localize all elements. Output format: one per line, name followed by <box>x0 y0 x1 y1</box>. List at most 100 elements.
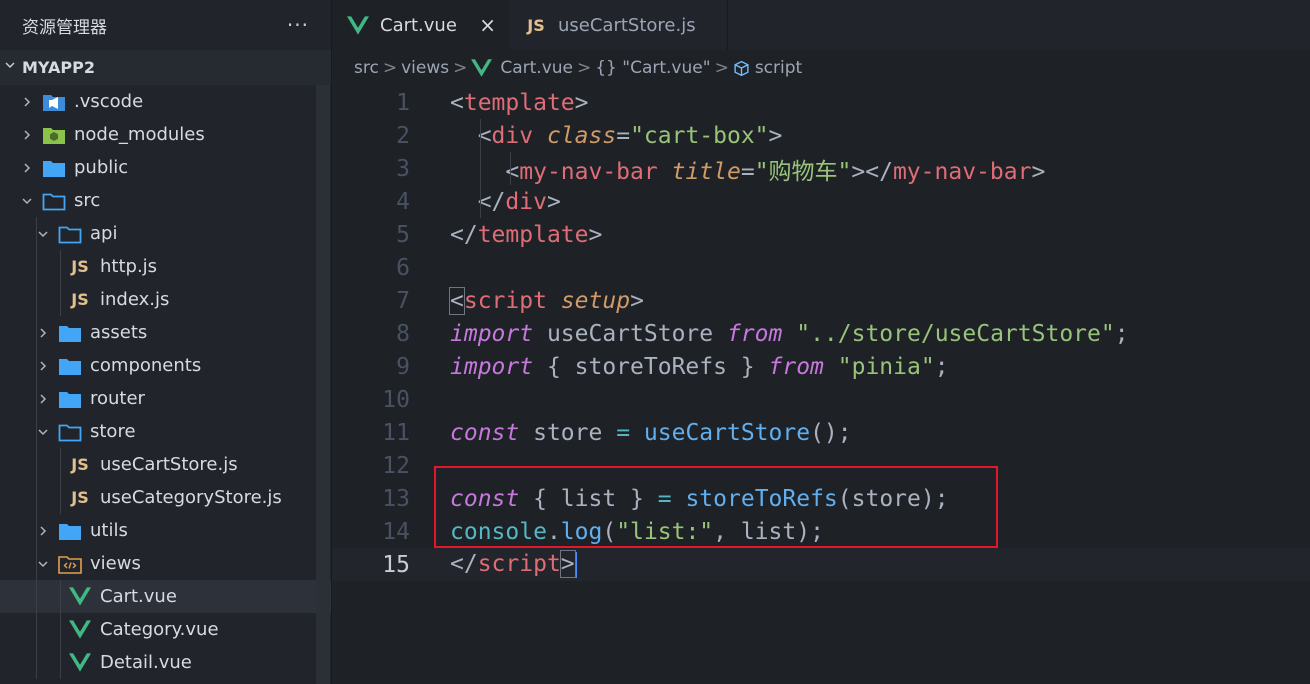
tree-item-usecartstore-js[interactable]: JS useCartStore.js <box>0 448 331 481</box>
indent-guide <box>60 448 61 481</box>
tree-item-label: node_modules <box>74 124 205 145</box>
code-line[interactable]: 8 import useCartStore from "../store/useC… <box>332 317 1310 350</box>
indent-guide <box>36 316 37 349</box>
tree-item-node-modules[interactable]: node_modules <box>0 118 331 151</box>
tree-item-cart-vue[interactable]: Cart.vue <box>0 580 331 613</box>
indent-guide <box>36 481 37 514</box>
code-token: > <box>768 122 783 149</box>
code-text: const store = useCartStore(); <box>450 420 852 446</box>
breadcrumb-src[interactable]: src <box>354 58 379 78</box>
code-token: class <box>546 122 617 149</box>
explorer-sidebar: 资源管理器 ··· MYAPP2 .vscode node_modules publ… <box>0 0 332 684</box>
line-number: 1 <box>396 89 410 116</box>
tree-item-category-vue[interactable]: Category.vue <box>0 613 331 646</box>
code-token: ></ <box>851 158 893 185</box>
code-text: </template> <box>450 222 602 248</box>
project-name: MYAPP2 <box>22 58 95 77</box>
folder-open-icon <box>58 223 82 245</box>
code-token: = <box>740 158 755 185</box>
tree-item-usecategorystore-js[interactable]: JS useCategoryStore.js <box>0 481 331 514</box>
line-number: 13 <box>382 485 410 512</box>
code-line[interactable]: 11 const store = useCartStore(); <box>332 416 1310 449</box>
tree-item-components[interactable]: components <box>0 349 331 382</box>
tree-item-api[interactable]: api <box>0 217 331 250</box>
chevron-right-icon <box>18 93 36 111</box>
code-line[interactable]: 3 <my-nav-bar title="购物车"></my-nav-bar> <box>332 152 1310 185</box>
file-tree: .vscode node_modulespublic src api JS http.js… <box>0 85 331 679</box>
tab-cart-vue[interactable]: Cart.vue × <box>332 0 510 50</box>
code-token: </ <box>450 188 506 215</box>
editor-tabs: Cart.vue × JS useCartStore.js <box>332 0 1310 50</box>
code-editor[interactable]: 1 <template> 2 <div class="cart-box"> 3 <my… <box>332 86 1310 684</box>
code-token: import <box>450 320 534 347</box>
indent-guide <box>36 514 37 547</box>
breadcrumb-script[interactable]: script <box>755 58 802 78</box>
tab-usecartstore-js[interactable]: JS useCartStore.js <box>510 0 728 50</box>
code-text: <template> <box>450 90 589 116</box>
code-token: div <box>491 122 534 149</box>
indent-guide <box>36 448 37 481</box>
code-line[interactable]: 15 </script> <box>332 548 1310 581</box>
folder-icon <box>58 322 82 344</box>
indent-guide <box>60 481 61 514</box>
breadcrumb-separator: > <box>576 58 592 78</box>
tree-item-vscode[interactable]: .vscode <box>0 85 331 118</box>
indent-guide <box>60 613 61 646</box>
code-line[interactable]: 10 <box>332 383 1310 416</box>
code-token: </ <box>450 551 478 578</box>
project-root[interactable]: MYAPP2 <box>0 50 331 85</box>
tree-item-detail-vue[interactable]: Detail.vue <box>0 646 331 679</box>
close-icon[interactable]: × <box>479 13 496 37</box>
code-token: > <box>574 89 589 116</box>
more-actions-icon[interactable]: ··· <box>287 13 309 37</box>
code-line[interactable]: 9 import { storeToRefs } from "pinia"; <box>332 350 1310 383</box>
code-token: useCartStore <box>533 320 727 347</box>
code-line[interactable]: 7 <script setup> <box>332 284 1310 317</box>
code-token: title <box>671 158 741 185</box>
code-line[interactable]: 2 <div class="cart-box"> <box>332 119 1310 152</box>
code-token: template <box>477 221 589 248</box>
tree-item-label: src <box>74 190 101 211</box>
folder-icon <box>58 388 82 410</box>
breadcrumb-separator: > <box>453 58 468 78</box>
sidebar-scrollbar[interactable] <box>316 85 330 684</box>
vue-icon <box>68 586 92 608</box>
tree-item-label: public <box>74 157 129 178</box>
breadcrumb-file[interactable]: Cart.vue <box>500 58 573 78</box>
indent-guide <box>36 580 37 613</box>
code-token: div <box>505 188 547 215</box>
code-token: my-nav-bar <box>892 158 1032 185</box>
code-line[interactable]: 6 <box>332 251 1310 284</box>
code-line[interactable]: 1 <template> <box>332 86 1310 119</box>
tree-item-public[interactable]: public <box>0 151 331 184</box>
line-number: 3 <box>396 155 410 182</box>
tree-item-index-js[interactable]: JS index.js <box>0 283 331 316</box>
tree-item-assets[interactable]: assets <box>0 316 331 349</box>
tree-item-label: assets <box>90 322 148 343</box>
indent-guide <box>36 382 37 415</box>
folder-icon <box>42 124 66 146</box>
code-text: </div> <box>450 189 561 215</box>
tree-item-src[interactable]: src <box>0 184 331 217</box>
tree-item-store[interactable]: store <box>0 415 331 448</box>
code-token: from <box>726 320 783 347</box>
code-token: { storeToRefs } <box>533 353 769 380</box>
code-token: "cart-box" <box>630 122 769 149</box>
breadcrumb-object[interactable]: {} "Cart.vue" <box>595 58 710 78</box>
code-line[interactable]: 4 </div> <box>332 185 1310 218</box>
tree-item-router[interactable]: router <box>0 382 331 415</box>
tree-item-utils[interactable]: utils <box>0 514 331 547</box>
code-line[interactable]: 5 </template> <box>332 218 1310 251</box>
tree-item-views[interactable]: views <box>0 547 331 580</box>
indent-guide <box>36 415 37 448</box>
line-number: 7 <box>396 287 410 314</box>
js-icon: JS <box>71 290 89 309</box>
tree-item-http-js[interactable]: JS http.js <box>0 250 331 283</box>
folder-open-icon <box>58 553 82 575</box>
breadcrumb-views[interactable]: views <box>401 58 449 78</box>
chevron-right-icon <box>18 126 36 144</box>
indent-guide <box>60 580 61 613</box>
folder-open-icon <box>42 190 66 212</box>
code-token: "购物车" <box>754 158 852 185</box>
